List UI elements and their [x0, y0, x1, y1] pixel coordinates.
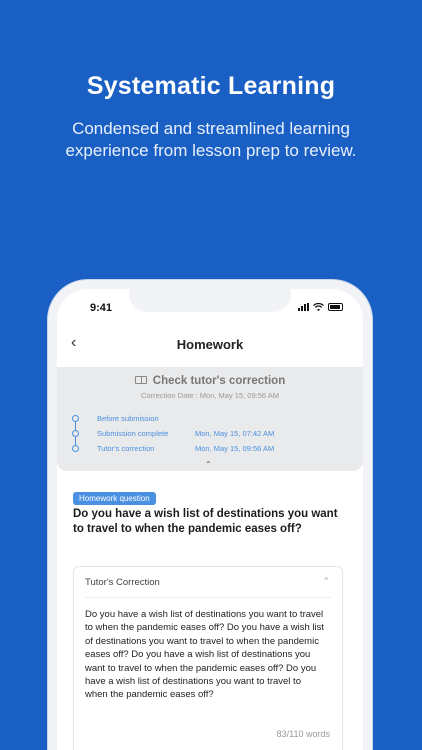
chevron-up-icon[interactable]: ⌃ [205, 460, 212, 469]
word-count: 83/110 words [277, 729, 330, 739]
status-icons [298, 303, 343, 311]
timeline-dot [72, 445, 79, 452]
tutor-correction-card: Tutor's Correction ⌃ Do you have a wish … [73, 566, 343, 750]
wifi-icon [313, 303, 324, 311]
tutor-correction-text: Do you have a wish list of destinations … [85, 609, 325, 701]
check-correction-title: Check tutor's correction [57, 375, 363, 387]
battery-icon [328, 303, 343, 311]
timeline-dot [72, 415, 79, 422]
timeline-time: Mon, May 15, 09:56 AM [195, 444, 275, 453]
correction-date: Correction Date : Mon, May 15, 09:56 AM [141, 391, 279, 400]
signal-icon [298, 303, 309, 311]
timeline-dot [72, 430, 79, 437]
timeline-item: Before submission [71, 413, 351, 425]
timeline-label: Tutor's correction [97, 444, 155, 453]
timeline-label: Before submission [97, 414, 159, 423]
homework-question: Do you have a wish list of destinations … [73, 508, 338, 535]
chevron-up-icon[interactable]: ⌃ [322, 576, 330, 587]
page-title: Homework [176, 337, 244, 352]
check-correction-label: Check tutor's correction [152, 375, 286, 387]
timeline-item: Submission complete Mon, May 15, 07:42 A… [71, 428, 351, 440]
nav-bar: ‹ Homework [57, 327, 363, 363]
timeline-time: Mon, May 15, 07:42 AM [195, 429, 275, 438]
word-count-value: 83 [276, 729, 287, 739]
correction-panel: Check tutor's correction Correction Date… [57, 367, 363, 471]
word-count-limit: /110 words [286, 729, 330, 739]
tutor-correction-header[interactable]: Tutor's Correction [85, 577, 160, 588]
book-icon [134, 376, 147, 384]
divider [85, 597, 331, 598]
homework-question-badge: Homework question [73, 492, 156, 505]
timeline-label: Submission complete [97, 429, 169, 438]
phone-frame: 9:41 ‹ Homework Check tutor's correction… [48, 280, 372, 750]
timeline-item: Tutor's correction Mon, May 15, 09:56 AM [71, 443, 351, 455]
phone-notch [129, 289, 291, 312]
promo-title: Systematic Learning [86, 72, 336, 100]
status-time: 9:41 [90, 302, 113, 314]
promo-subtitle: Condensed and streamlined learning exper… [65, 119, 357, 160]
